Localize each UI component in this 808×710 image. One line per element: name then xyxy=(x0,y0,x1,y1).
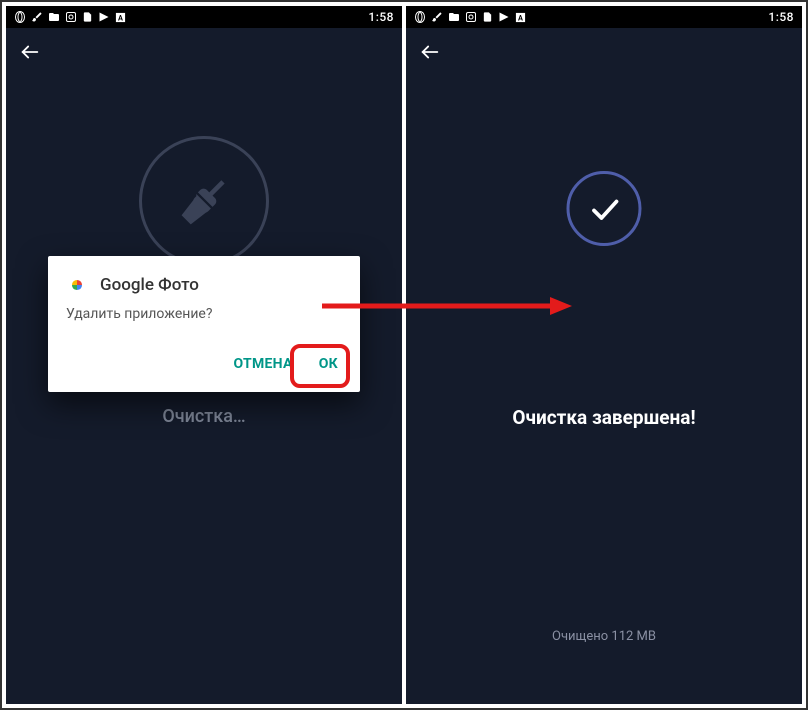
brush-icon xyxy=(31,11,43,23)
svg-text:A: A xyxy=(518,13,523,22)
screenshot-before: A 1:58 Очистка… Google Фото Удалить прил… xyxy=(6,6,402,704)
folder-icon xyxy=(48,11,60,23)
cleaning-status-text: Очистка… xyxy=(6,406,402,427)
back-button[interactable] xyxy=(18,40,42,64)
done-indicator xyxy=(567,171,642,246)
app-a-icon: A xyxy=(115,12,126,23)
app-bar xyxy=(406,28,802,76)
play-icon xyxy=(498,11,510,23)
opera-icon xyxy=(414,11,426,23)
play-icon xyxy=(98,11,110,23)
status-icons-left: A xyxy=(14,11,126,23)
dialog-message: Удалить приложение? xyxy=(66,306,342,322)
status-time: 1:58 xyxy=(768,10,794,24)
dialog-app-name: Google Фото xyxy=(100,275,199,295)
back-button[interactable] xyxy=(418,40,442,64)
opera-icon xyxy=(14,11,26,23)
camera-icon xyxy=(465,11,477,23)
back-arrow-icon xyxy=(419,41,441,63)
done-status-text: Очистка завершена! xyxy=(406,406,802,429)
brush-icon xyxy=(431,11,443,23)
status-bar: A 1:58 xyxy=(6,6,402,28)
cleaned-amount-text: Очищено 112 MB xyxy=(406,629,802,644)
camera-icon xyxy=(65,11,77,23)
cleaning-indicator xyxy=(139,136,269,266)
cancel-button[interactable]: ОТМЕНА xyxy=(229,350,296,378)
svg-text:A: A xyxy=(118,13,123,22)
uninstall-dialog: Google Фото Удалить приложение? ОТМЕНА О… xyxy=(48,256,360,392)
screenshot-after: A 1:58 Очистка завершена! Очищено 112 MB xyxy=(406,6,802,704)
folder-icon xyxy=(448,11,460,23)
check-icon xyxy=(586,191,622,227)
broom-icon xyxy=(177,174,232,229)
file-icon xyxy=(82,11,93,23)
file-icon xyxy=(482,11,493,23)
status-time: 1:58 xyxy=(368,10,394,24)
app-a-icon: A xyxy=(515,12,526,23)
back-arrow-icon xyxy=(19,41,41,63)
status-bar: A 1:58 xyxy=(406,6,802,28)
google-photos-icon xyxy=(66,274,88,296)
ok-button[interactable]: ОК xyxy=(315,350,342,378)
app-bar xyxy=(6,28,402,76)
status-icons-left: A xyxy=(414,11,526,23)
